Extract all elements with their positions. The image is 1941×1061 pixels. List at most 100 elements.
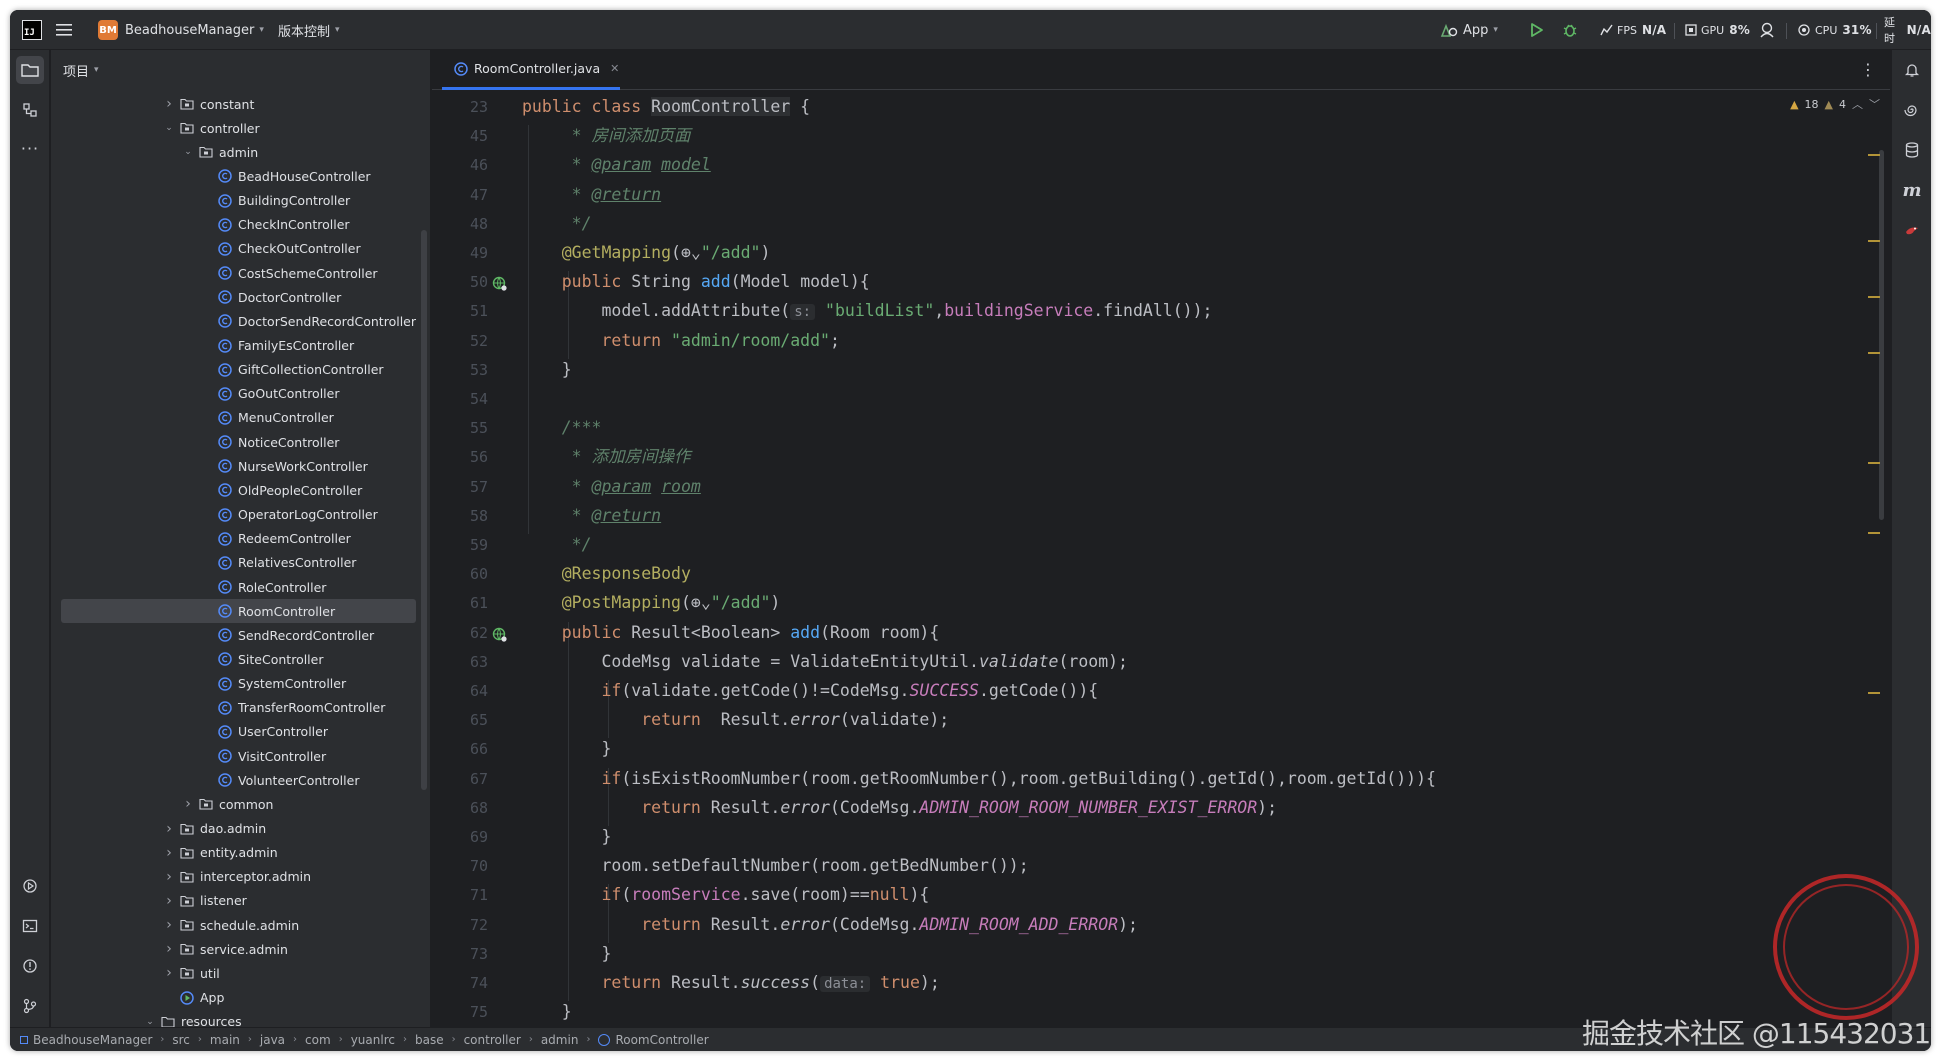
chevron-right-icon[interactable]: › xyxy=(162,96,176,112)
breadcrumb-item[interactable]: BeadhouseManager xyxy=(33,1033,152,1047)
warning-marker[interactable] xyxy=(1868,240,1880,242)
maven-button[interactable]: m xyxy=(1898,176,1926,204)
code-area[interactable]: public class RoomController { * 房间添加页面 *… xyxy=(514,90,1850,1027)
code-line[interactable]: * @return xyxy=(522,180,661,209)
chevron-right-icon[interactable]: › xyxy=(162,821,176,837)
tree-item-admin[interactable]: ⌄ admin xyxy=(61,140,416,164)
tree-item-checkincontroller[interactable]: CheckInController xyxy=(61,213,416,237)
chevron-down-icon[interactable]: ⌄ xyxy=(162,123,176,133)
breadcrumb-item[interactable]: yuanlrc xyxy=(351,1033,395,1047)
tree-item-sendrecordcontroller[interactable]: SendRecordController xyxy=(61,623,416,647)
web-endpoint-icon[interactable] xyxy=(492,627,508,643)
chevron-right-icon[interactable]: › xyxy=(181,796,195,812)
inspection-widget[interactable]: ▲ 18 ▲ 4 ︿ ﹀ xyxy=(1790,96,1880,112)
chevron-right-icon[interactable]: › xyxy=(162,965,176,981)
code-line[interactable]: * 添加房间操作 xyxy=(522,442,691,471)
tab-roomcontroller-java[interactable]: RoomController.java ✕ xyxy=(442,50,620,90)
tree-item-redeemcontroller[interactable]: RedeemController xyxy=(61,527,416,551)
tree-item-listener[interactable]: › listener xyxy=(61,889,416,913)
warning-marker[interactable] xyxy=(1868,692,1880,694)
tree-item-usercontroller[interactable]: UserController xyxy=(61,720,416,744)
tree-item-common[interactable]: › common xyxy=(61,792,416,816)
code-line[interactable]: */ xyxy=(522,530,592,559)
code-line[interactable]: @ResponseBody xyxy=(522,559,691,588)
warning-marker[interactable] xyxy=(1868,352,1880,354)
chevron-down-icon[interactable]: ﹀ xyxy=(1869,96,1880,112)
more-tools-button[interactable]: ··· xyxy=(16,134,44,162)
editor-scrollbar[interactable] xyxy=(1879,150,1884,520)
close-icon[interactable]: ✕ xyxy=(610,62,619,75)
tree-item-controller[interactable]: ⌄ controller xyxy=(61,116,416,140)
tree-item-menucontroller[interactable]: MenuController xyxy=(61,406,416,430)
tree-item-entity-admin[interactable]: › entity.admin xyxy=(61,841,416,865)
tree-item-constant[interactable]: › constant xyxy=(61,92,416,116)
vcs-menu[interactable]: 版本控制 ▾ xyxy=(278,10,340,50)
notifications-button[interactable] xyxy=(1898,56,1926,84)
tree-item-noticecontroller[interactable]: NoticeController xyxy=(61,430,416,454)
tree-scrollbar[interactable] xyxy=(421,230,427,790)
code-line[interactable]: return Result.error(CodeMsg.ADMIN_ROOM_R… xyxy=(522,793,1277,822)
code-line[interactable]: } xyxy=(522,822,611,851)
breadcrumb-item[interactable]: RoomController xyxy=(615,1033,708,1047)
tree-item-doctorcontroller[interactable]: DoctorController xyxy=(61,285,416,309)
tree-item-gooutcontroller[interactable]: GoOutController xyxy=(61,382,416,406)
tree-item-relativescontroller[interactable]: RelativesController xyxy=(61,551,416,575)
code-line[interactable]: @PostMapping(⊕⌄"/add") xyxy=(522,588,781,617)
breadcrumb-item[interactable]: src xyxy=(172,1033,190,1047)
ai-assistant-button[interactable] xyxy=(1898,96,1926,124)
tree-item-schedule-admin[interactable]: › schedule.admin xyxy=(61,913,416,937)
tree-item-giftcollectioncontroller[interactable]: GiftCollectionController xyxy=(61,358,416,382)
code-line[interactable]: /*** xyxy=(522,413,602,442)
tree-item-doctorsendrecordcontroller[interactable]: DoctorSendRecordController xyxy=(61,309,416,333)
breadcrumb-item[interactable]: controller xyxy=(464,1033,521,1047)
warning-marker[interactable] xyxy=(1868,154,1880,156)
chevron-right-icon[interactable]: › xyxy=(162,869,176,885)
services-tool-button[interactable] xyxy=(16,872,44,900)
code-line[interactable]: * @return xyxy=(522,501,661,530)
code-line[interactable]: } xyxy=(522,997,572,1026)
tree-item-util[interactable]: › util xyxy=(61,961,416,985)
chevron-down-icon[interactable]: ⌄ xyxy=(181,147,195,157)
code-line[interactable]: return "admin/room/add"; xyxy=(522,326,839,355)
code-line[interactable]: } xyxy=(522,939,611,968)
tree-item-transferroomcontroller[interactable]: TransferRoomController xyxy=(61,696,416,720)
tree-item-roomcontroller[interactable]: RoomController xyxy=(61,599,416,624)
tab-options-icon[interactable]: ⋮ xyxy=(1860,60,1876,79)
project-panel-header[interactable]: 项目 ▾ xyxy=(51,50,430,90)
debug-button[interactable] xyxy=(1562,10,1578,50)
breadcrumb-item[interactable]: java xyxy=(260,1033,285,1047)
tree-item-nurseworkcontroller[interactable]: NurseWorkController xyxy=(61,454,416,478)
code-line[interactable]: @GetMapping(⊕⌄"/add") xyxy=(522,238,771,267)
tree-item-service-admin[interactable]: › service.admin xyxy=(61,937,416,961)
code-line[interactable]: } xyxy=(522,355,572,384)
run-config-selector[interactable]: App ▾ xyxy=(1440,10,1498,50)
chevron-right-icon[interactable]: › xyxy=(162,845,176,861)
tree-item-operatorlogcontroller[interactable]: OperatorLogController xyxy=(61,503,416,527)
chevron-right-icon[interactable]: › xyxy=(162,917,176,933)
database-button[interactable] xyxy=(1898,136,1926,164)
code-line[interactable]: if(roomService.save(room)==null){ xyxy=(522,880,929,909)
terminal-tool-button[interactable] xyxy=(16,912,44,940)
code-line[interactable]: model.addAttribute(s: "buildList",buildi… xyxy=(522,296,1212,325)
tree-item-oldpeoplecontroller[interactable]: OldPeopleController xyxy=(61,478,416,502)
code-line[interactable]: CodeMsg validate = ValidateEntityUtil.va… xyxy=(522,647,1128,676)
tree-item-beadhousecontroller[interactable]: BeadHouseController xyxy=(61,164,416,188)
tree-item-app[interactable]: App xyxy=(61,986,416,1010)
tree-item-buildingcontroller[interactable]: BuildingController xyxy=(61,189,416,213)
code-line[interactable]: * @param room xyxy=(522,472,701,501)
code-line[interactable]: public Result<Boolean> add(Room room){ xyxy=(522,618,940,647)
tree-item-resources[interactable]: ⌄ resources xyxy=(61,1010,416,1027)
warning-marker[interactable] xyxy=(1868,532,1880,534)
chevron-up-icon[interactable]: ︿ xyxy=(1852,96,1863,112)
tree-item-familyescontroller[interactable]: FamilyEsController xyxy=(61,334,416,358)
tree-item-dao-admin[interactable]: › dao.admin xyxy=(61,817,416,841)
plugin-button[interactable] xyxy=(1898,216,1926,244)
tree-item-systemcontroller[interactable]: SystemController xyxy=(61,672,416,696)
code-line[interactable]: if(isExistRoomNumber(room.getRoomNumber(… xyxy=(522,764,1435,793)
code-line[interactable]: return Result.success(data: true); xyxy=(522,968,940,997)
breadcrumb-item[interactable]: main xyxy=(210,1033,240,1047)
code-line[interactable]: * @param model xyxy=(522,150,711,179)
code-line[interactable]: room.setDefaultNumber(room.getBedNumber(… xyxy=(522,851,1028,880)
tree-item-checkoutcontroller[interactable]: CheckOutController xyxy=(61,237,416,261)
code-line[interactable]: */ xyxy=(522,209,592,238)
